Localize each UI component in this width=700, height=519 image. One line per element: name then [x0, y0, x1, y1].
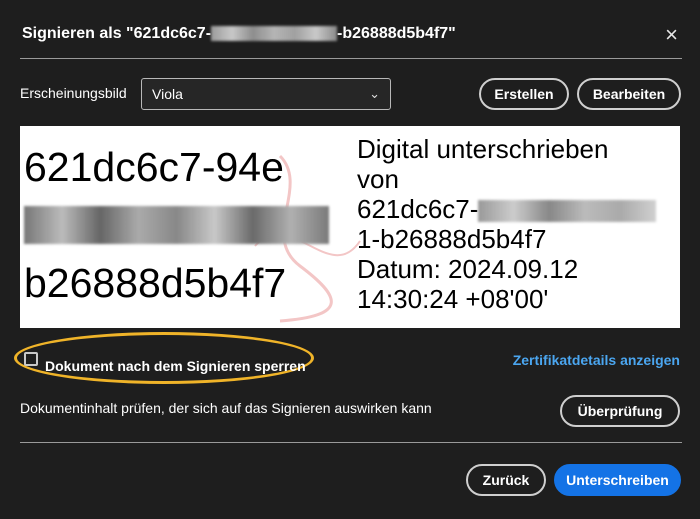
- close-icon[interactable]: ×: [665, 24, 678, 46]
- appearance-select[interactable]: Viola ⌄: [141, 78, 391, 110]
- dialog-title-suffix: -b26888d5b4f7": [337, 25, 456, 42]
- appearance-label: Erscheinungsbild: [20, 85, 127, 101]
- title-divider: [20, 58, 682, 59]
- back-button[interactable]: Zurück: [466, 464, 546, 496]
- signature-name-line3: b26888d5b4f7: [24, 260, 287, 306]
- redacted-id-blur: [211, 26, 338, 42]
- review-button[interactable]: Überprüfung: [560, 395, 680, 427]
- footer-divider: [20, 442, 682, 443]
- signature-detail-line6: 14:30:24 +08'00': [357, 284, 549, 314]
- create-button[interactable]: Erstellen: [479, 78, 569, 110]
- signature-preview: 621dc6c7-94e b26888d5b4f7 Digital unters…: [20, 126, 680, 328]
- dialog-titlebar: Signieren als "621dc6c7- -b26888d5b4f7" ×: [0, 0, 700, 58]
- signature-detail-line1: Digital unterschrieben: [357, 134, 609, 164]
- review-description: Dokumentinhalt prüfen, der sich auf das …: [20, 400, 432, 416]
- signature-detail-line2: von: [357, 164, 399, 194]
- chevron-down-icon: ⌄: [369, 86, 380, 101]
- lock-document-label[interactable]: Dokument nach dem Signieren sperren: [45, 358, 306, 374]
- signature-detail-line5: Datum: 2024.09.12: [357, 254, 579, 284]
- signature-name-blurred: [24, 206, 329, 244]
- appearance-selected-value: Viola: [152, 86, 183, 102]
- lock-document-checkbox[interactable]: [24, 352, 38, 366]
- signature-detail-line4: 1-b26888d5b4f7: [357, 224, 547, 254]
- certificate-details-link[interactable]: Zertifikatdetails anzeigen: [513, 352, 680, 368]
- edit-button[interactable]: Bearbeiten: [577, 78, 681, 110]
- dialog-title: Signieren als "621dc6c7- -b26888d5b4f7": [22, 25, 456, 43]
- sign-button[interactable]: Unterschreiben: [554, 464, 681, 496]
- signature-detail-line3: 621dc6c7-: [357, 194, 479, 224]
- signature-detail-blurred: [478, 200, 657, 223]
- signature-detail-line3-row: 621dc6c7-: [357, 194, 657, 224]
- signature-details: Digital unterschrieben von 621dc6c7- 1-b…: [357, 134, 657, 314]
- signature-name-line1: 621dc6c7-94e: [24, 144, 284, 190]
- dialog-title-prefix: Signieren als "621dc6c7-: [22, 25, 212, 42]
